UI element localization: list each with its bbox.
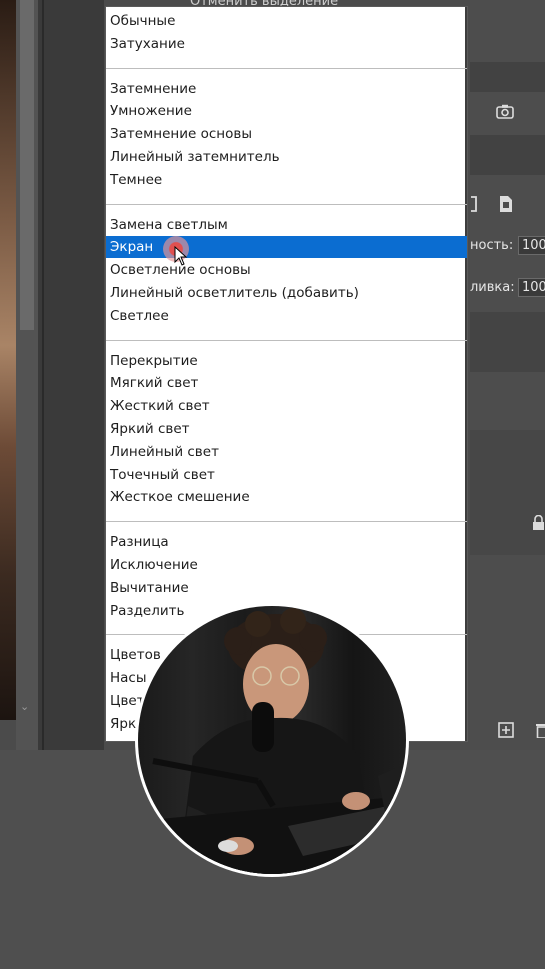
panel-section xyxy=(470,135,545,175)
webcam-overlay xyxy=(135,603,409,877)
fill-input[interactable]: 100 xyxy=(518,278,545,297)
menu-separator xyxy=(106,67,467,69)
link-icon[interactable] xyxy=(470,195,480,217)
blend-mode-item[interactable]: Яркий свет xyxy=(106,418,467,440)
blend-mode-item[interactable]: Жесткий свет xyxy=(106,395,467,417)
blend-mode-item[interactable]: Экран xyxy=(106,236,467,259)
panel-tabbar xyxy=(470,62,545,92)
blend-mode-item[interactable]: Линейный свет xyxy=(106,441,467,463)
blend-mode-item[interactable]: Вычитание xyxy=(106,577,467,599)
menu-separator xyxy=(106,339,467,341)
canvas-photo-edge xyxy=(0,0,16,720)
blend-mode-item[interactable]: Осветление основы xyxy=(106,259,467,281)
blend-mode-item[interactable]: Линейный осветлитель (добавить) xyxy=(106,282,467,304)
blend-mode-item[interactable]: Мягкий свет xyxy=(106,372,467,394)
blend-mode-item[interactable]: Разница xyxy=(106,531,467,553)
blend-mode-item[interactable]: Жесткое смешение xyxy=(106,486,467,508)
left-scrollbar[interactable] xyxy=(20,0,34,330)
blend-mode-item[interactable]: Линейный затемнитель xyxy=(106,146,467,168)
blend-mode-item[interactable]: Обычные xyxy=(106,10,467,32)
blend-mode-item[interactable]: Светлее xyxy=(106,305,467,327)
opacity-input[interactable]: 100 xyxy=(518,236,545,255)
lock-icon[interactable] xyxy=(532,514,545,535)
blend-mode-item[interactable]: Перекрытие xyxy=(106,350,467,372)
presenter-video xyxy=(138,606,406,874)
chevron-down-icon[interactable]: ⌄ xyxy=(20,700,29,713)
blend-mode-item[interactable]: Затемнение основы xyxy=(106,123,467,145)
opacity-label: ность: xyxy=(470,238,514,253)
left-gutter xyxy=(38,0,104,750)
copy-icon[interactable] xyxy=(498,195,514,217)
blend-mode-item[interactable]: Затемнение xyxy=(106,78,467,100)
fill-label: ливка: xyxy=(470,280,515,295)
blend-mode-item[interactable]: Умножение xyxy=(106,100,467,122)
layer-row[interactable] xyxy=(470,430,545,555)
menu-separator xyxy=(106,521,467,523)
blend-mode-item[interactable]: Точечный свет xyxy=(106,464,467,486)
blend-mode-item[interactable]: Затухание xyxy=(106,33,467,55)
blend-mode-item[interactable]: Исключение xyxy=(106,554,467,576)
mouse-cursor-icon xyxy=(174,245,188,270)
blend-mode-item[interactable]: Замена светлым xyxy=(106,214,467,236)
layers-panel: ность: 100 ливка: 100 xyxy=(470,0,545,750)
layer-row[interactable] xyxy=(470,312,545,372)
trash-icon[interactable] xyxy=(536,722,545,742)
menu-separator xyxy=(106,203,467,205)
left-panel: ⌄ xyxy=(16,0,38,750)
blend-mode-item[interactable]: Темнее xyxy=(106,169,467,191)
camera-icon[interactable] xyxy=(496,104,514,123)
new-layer-icon[interactable] xyxy=(498,722,514,742)
